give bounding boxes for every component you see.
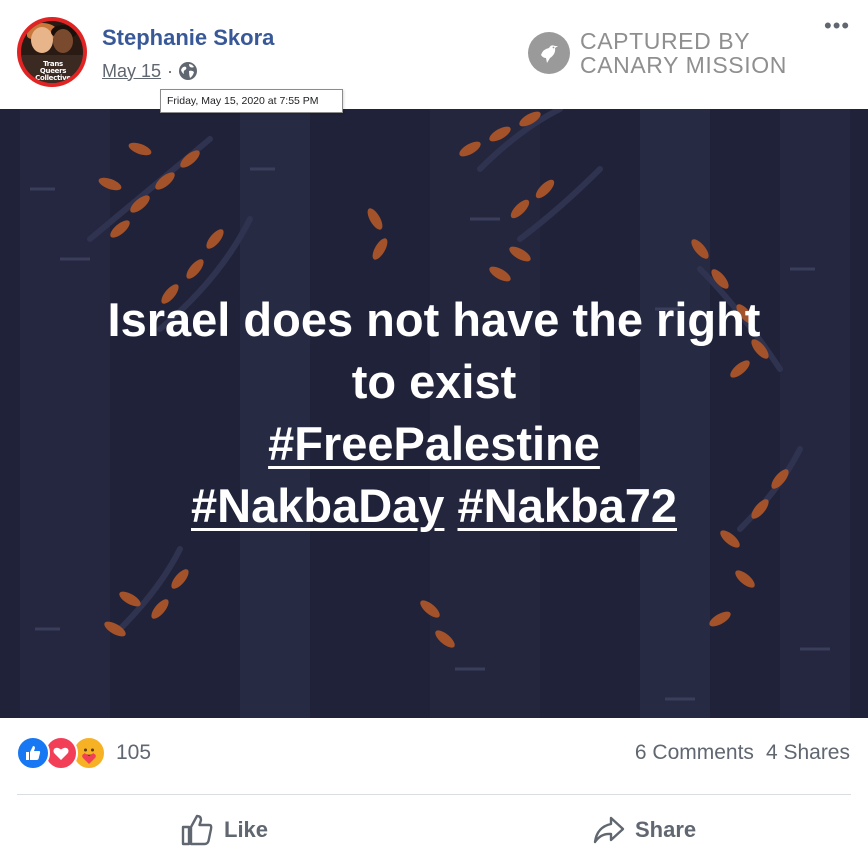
bird-icon bbox=[528, 32, 570, 74]
post-message: Israel does not have the right to exist … bbox=[0, 289, 868, 537]
message-line-1: Israel does not have the right bbox=[107, 293, 761, 346]
share-button[interactable]: Share bbox=[593, 810, 696, 850]
post-image[interactable]: Israel does not have the right to exist … bbox=[0, 109, 868, 718]
reaction-count[interactable]: 105 bbox=[116, 741, 151, 765]
more-options-icon[interactable]: ••• bbox=[824, 15, 850, 37]
thumbs-up-icon bbox=[181, 814, 213, 846]
watermark-line-1: CAPTURED BY bbox=[580, 28, 751, 54]
like-label: Like bbox=[224, 817, 269, 842]
globe-icon[interactable] bbox=[178, 61, 198, 81]
hashtag-nakba-day[interactable]: #NakbaDay bbox=[191, 479, 444, 532]
watermark: CAPTURED BY CANARY MISSION bbox=[528, 29, 787, 77]
post-meta: May 15 · bbox=[102, 60, 198, 82]
message-line-2: to exist bbox=[351, 355, 517, 408]
watermark-text: CAPTURED BY CANARY MISSION bbox=[580, 29, 787, 77]
hashtag-nakba72[interactable]: #Nakba72 bbox=[458, 479, 678, 532]
avatar-text: Trans Queers Collective bbox=[35, 60, 71, 82]
comments-count-link[interactable]: 6 Comments bbox=[635, 741, 754, 765]
shares-count-link[interactable]: 4 Shares bbox=[766, 741, 850, 765]
meta-separator: · bbox=[167, 60, 174, 81]
like-icon bbox=[16, 736, 50, 770]
share-arrow-icon bbox=[593, 816, 625, 844]
share-label: Share bbox=[635, 817, 697, 842]
avatar[interactable]: Trans Queers Collective bbox=[17, 17, 87, 87]
facebook-post: Trans Queers Collective Stephanie Skora … bbox=[0, 0, 868, 862]
date-tooltip: Friday, May 15, 2020 at 7:55 PM bbox=[160, 89, 343, 113]
author-name[interactable]: Stephanie Skora bbox=[102, 25, 274, 51]
reaction-summary[interactable]: 105 bbox=[16, 735, 151, 771]
post-date-link[interactable]: May 15 bbox=[102, 61, 161, 82]
engagement-counts: 6 Comments 4 Shares bbox=[635, 741, 850, 765]
footer-divider bbox=[17, 794, 851, 795]
watermark-line-2: CANARY MISSION bbox=[580, 52, 787, 78]
avatar-photo: Trans Queers Collective bbox=[21, 21, 83, 83]
like-button[interactable]: Like bbox=[180, 810, 268, 850]
hashtag-free-palestine[interactable]: #FreePalestine bbox=[268, 417, 600, 470]
